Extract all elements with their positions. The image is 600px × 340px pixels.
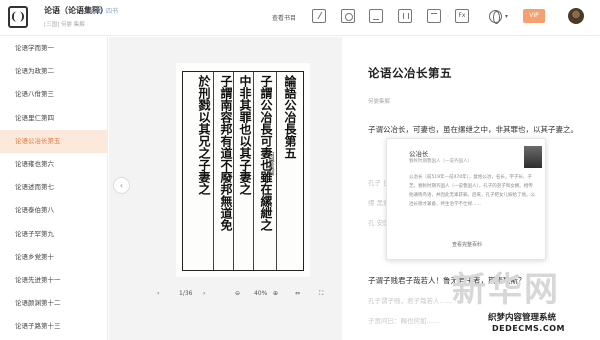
sidebar-item[interactable]: 论语八佾第三: [0, 83, 107, 106]
scan-frame: 論語公冶長第五 子謂公冶長可妻也雖在縲紲之 中非其罪也以其子妻之 子謂南容邦有道不廢邦…: [182, 71, 304, 271]
chapter-meta[interactable]: 何晏集解: [368, 97, 390, 105]
person-bio: 公冶长（前519年—前470年），复姓公冶，名长，字子长、子芝，春秋时期齐国人（…: [409, 175, 535, 207]
next-page-icon[interactable]: ›: [203, 290, 205, 297]
chapter-title: 论语公冶长第五: [368, 66, 452, 80]
sidebar-item[interactable]: 论语学而第一: [0, 37, 107, 60]
scan-column-rule: [233, 72, 234, 270]
page-indicator: 1/36: [179, 290, 193, 297]
book-author: [三国] 何晏 集解: [44, 22, 85, 28]
vip-button[interactable]: VIP: [523, 9, 545, 23]
search-icon[interactable]: [341, 9, 355, 23]
scan-column-rule: [213, 72, 214, 270]
zoom-in-icon[interactable]: ⊕: [273, 290, 278, 297]
edit-icon[interactable]: [312, 9, 326, 23]
person-desc: 春秋时期鲁国人（一说齐国人）: [409, 159, 472, 164]
sidebar-item[interactable]: 论语公冶长第五: [0, 129, 107, 153]
scan-text-column: 子謂南容邦有道不廢邦無道免: [219, 75, 233, 231]
formula-icon[interactable]: Fx: [455, 9, 469, 23]
image-icon[interactable]: [369, 9, 383, 23]
sidebar-item[interactable]: 论语雍也第六: [0, 153, 107, 176]
book-tag[interactable]: 经部: [90, 6, 102, 15]
chevron-left-icon[interactable]: ‹: [113, 177, 130, 194]
sidebar-item[interactable]: 论语里仁第四: [0, 107, 107, 130]
user-avatar[interactable]: [568, 8, 584, 24]
sidebar-item[interactable]: 论语先进第十一: [0, 269, 107, 292]
sidebar-item[interactable]: 论语子路第十三: [0, 315, 107, 338]
book-tag[interactable]: 四书: [106, 6, 118, 15]
watermark-text: 织梦内容管理系统: [488, 313, 557, 323]
person-name: 公冶长: [409, 150, 429, 158]
scan-column-rule: [276, 72, 277, 270]
scan-text-column: 於刑戮以其兄之子妻之: [197, 75, 211, 195]
sidebar-item[interactable]: 论语乡党第十: [0, 246, 107, 269]
watermark-logo: 新华网: [452, 270, 560, 310]
catalog-link[interactable]: 查看书目: [272, 13, 296, 22]
note-icon[interactable]: [427, 9, 441, 23]
portrait-icon: [524, 146, 542, 168]
scan-text-column: 中非其罪也以其子妻之: [238, 75, 252, 195]
columns-icon[interactable]: [398, 9, 412, 23]
sidebar-item[interactable]: 论语子罕第九: [0, 223, 107, 246]
zoom-level: 40%: [254, 290, 268, 297]
app-logo[interactable]: ( ): [8, 6, 28, 28]
app-header: ( ) 论语（论语集释） 经部 四书 [三国] 何晏 集解 查看书目 Fx ▾ …: [0, 0, 600, 36]
scan-page-image: 論語公冶長第五 子謂公冶長可妻也雖在縲紲之 中非其罪也以其子妻之 子謂南容邦有道不廢邦…: [176, 63, 310, 277]
zoom-out-icon[interactable]: ⊖: [235, 290, 240, 297]
fullscreen-icon[interactable]: ⛶: [319, 290, 323, 298]
chevron-down-icon[interactable]: ▾: [505, 13, 508, 20]
sidebar-item[interactable]: 论语为政第二: [0, 60, 107, 83]
sidebar-item[interactable]: 论语颜渊第十二: [0, 292, 107, 315]
watermark-url: DEDECMS.COM: [492, 324, 565, 333]
fit-width-icon[interactable]: ⇔: [295, 290, 300, 297]
sidebar-item[interactable]: 论语述而第七: [0, 176, 107, 199]
prev-page-icon[interactable]: ‹: [157, 290, 159, 297]
globe-icon[interactable]: [489, 10, 502, 24]
sidebar-item[interactable]: 论语泰伯第八: [0, 199, 107, 222]
view-encyclopedia-link[interactable]: 查看完整百科: [387, 241, 547, 248]
chapter-sidebar: 论语学而第一 论语为政第二 论语八佾第三 论语里仁第四 论语公冶长第五 论语雍也第六 论语述…: [0, 37, 108, 340]
text-paragraph[interactable]: 子谓公冶长，可妻也，虽在缧绁之中，非其罪也，以其子妻之。: [368, 122, 588, 138]
person-info-card: 公冶长 春秋时期鲁国人（一说齐国人） 公冶长（前519年—前470年），复姓公冶…: [386, 138, 546, 260]
scan-column-rule: [253, 72, 254, 270]
scan-annotation: 何晏集解: [267, 152, 274, 176]
scan-text-column: 論語公冶長第五: [283, 75, 297, 159]
viewer-pager: ‹ 1/36 › ⊖ 40% ⊕ ⇔ ⛶: [109, 287, 342, 303]
